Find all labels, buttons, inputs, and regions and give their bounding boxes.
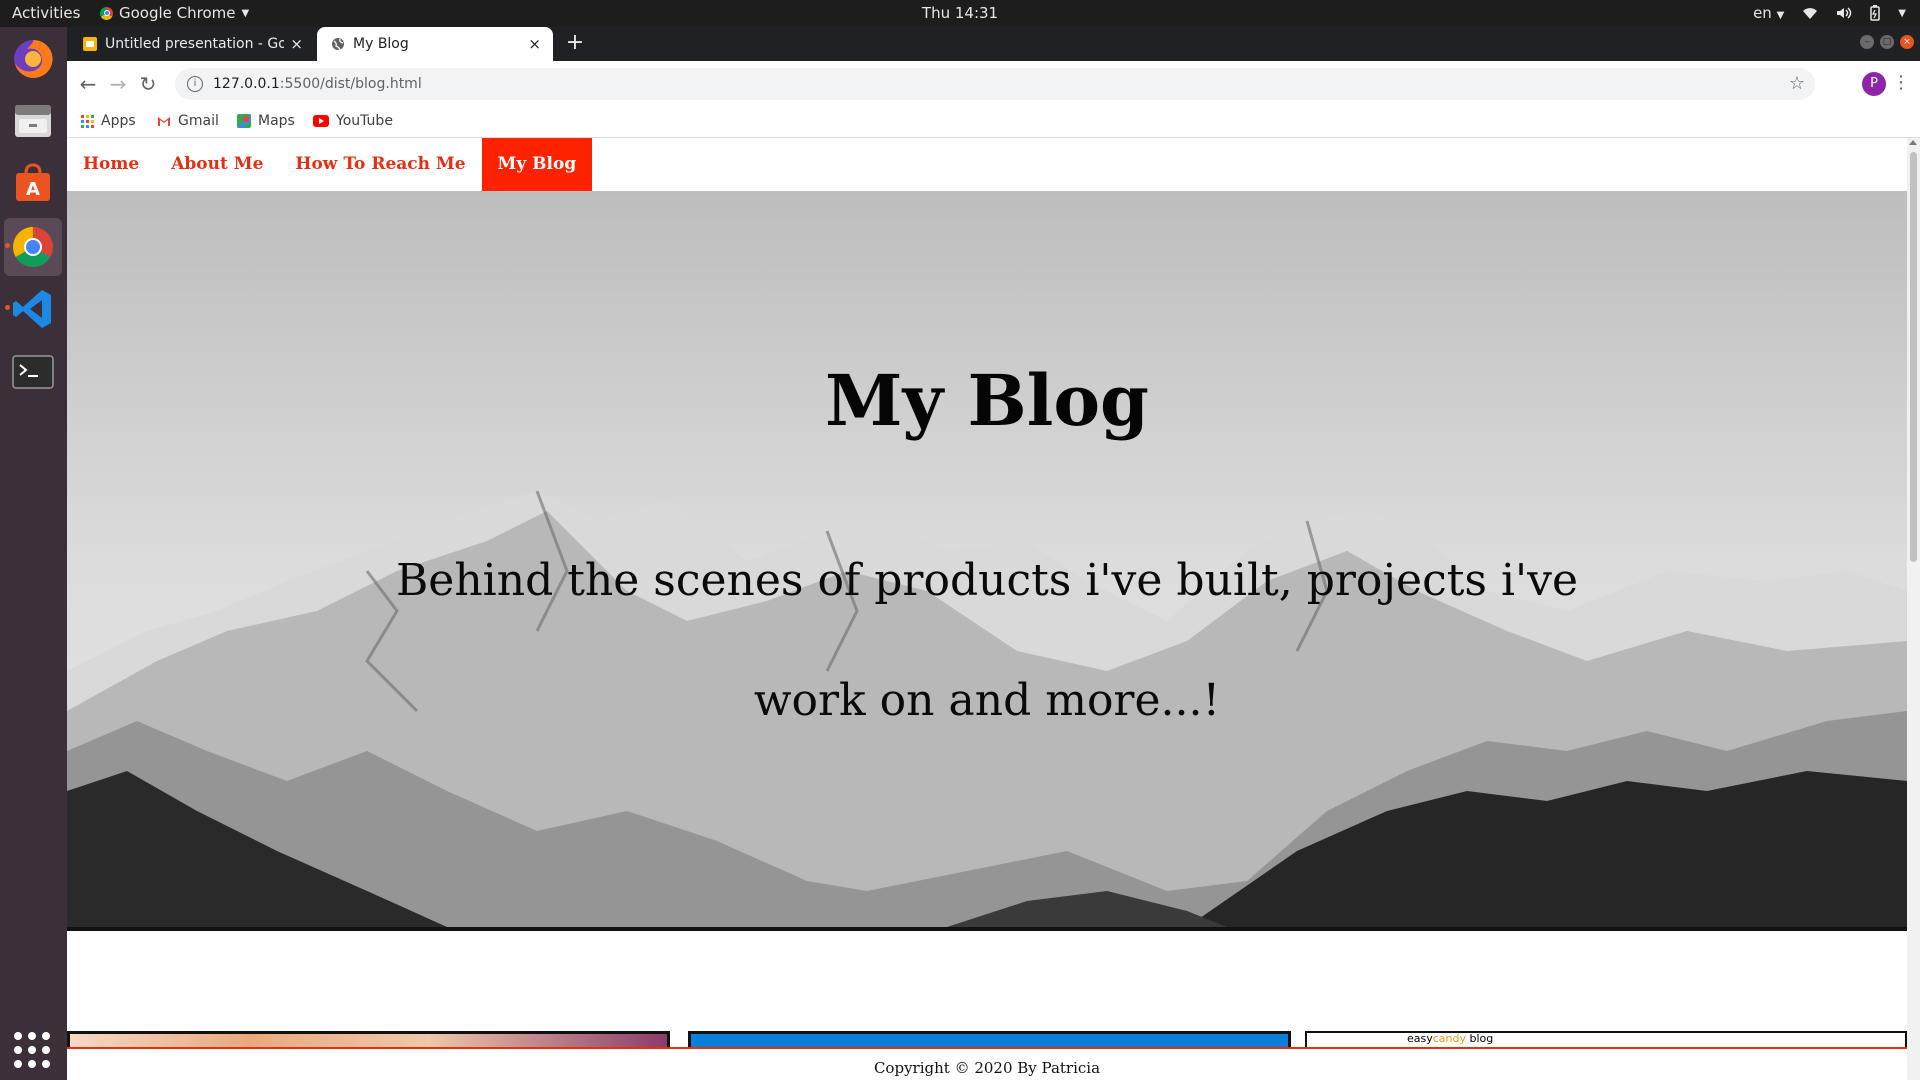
system-tray[interactable]: en ▼ ▼ <box>1753 4 1906 22</box>
battery-icon <box>1870 5 1881 21</box>
tab-slides[interactable]: Untitled presentation - Google Slides × <box>69 27 315 61</box>
globe-icon <box>332 38 344 51</box>
gmail-icon <box>158 116 170 126</box>
browser-toolbar: ← → ↻ i 127.0.0.1:5500/dist/blog.html ☆ … <box>67 61 1920 108</box>
nav-how-to-reach-me[interactable]: How To Reach Me <box>279 138 481 191</box>
tab-my-blog[interactable]: My Blog × <box>317 27 553 61</box>
file-cabinet-icon <box>15 105 51 137</box>
blog-card-image[interactable] <box>67 1031 670 1047</box>
running-indicator <box>5 243 10 248</box>
back-button[interactable]: ← <box>75 71 101 97</box>
firefox-icon <box>14 39 53 78</box>
system-top-bar: Activities Google Chrome ▼ Thu 14:31 en … <box>0 0 1920 27</box>
bookmark-label: Apps <box>101 113 136 129</box>
show-applications-button[interactable] <box>14 1032 50 1068</box>
dock-firefox[interactable] <box>4 30 62 88</box>
forward-button[interactable]: → <box>105 71 131 97</box>
youtube-icon <box>313 115 329 127</box>
hero-subtitle: Behind the scenes of products i've built… <box>395 555 1579 726</box>
bookmark-maps[interactable]: Maps <box>237 113 295 129</box>
activities-button[interactable]: Activities <box>12 4 80 22</box>
close-tab-icon[interactable]: × <box>290 35 303 53</box>
terminal-icon <box>12 355 54 389</box>
url-path: :5500/dist/blog.html <box>279 76 422 92</box>
bookmark-star-icon[interactable]: ☆ <box>1789 73 1805 94</box>
language-label: en <box>1753 4 1772 22</box>
arrow-right-icon: → <box>109 72 127 96</box>
chrome-icon <box>13 227 53 267</box>
bookmark-label: Gmail <box>178 113 219 129</box>
new-tab-button[interactable]: + <box>562 31 588 57</box>
reload-button[interactable]: ↻ <box>135 71 161 97</box>
running-indicator <box>5 305 10 310</box>
dock: A <box>0 27 67 1080</box>
menu-kebab-icon[interactable]: ⋮ <box>1892 72 1910 93</box>
tab-strip: Untitled presentation - Google Slides × … <box>67 27 1920 61</box>
page-viewport: Home About Me How To Reach Me My Blog My… <box>67 138 1907 1080</box>
close-window-button[interactable]: × <box>1900 35 1914 49</box>
tab-title: My Blog <box>353 36 409 52</box>
arrow-left-icon: ← <box>79 72 97 96</box>
bookmark-apps[interactable]: Apps <box>81 113 136 129</box>
scrollbar-thumb[interactable] <box>1910 152 1917 562</box>
copyright-text: Copyright © 2020 By Patricia <box>873 1059 1101 1077</box>
reload-icon: ↻ <box>139 72 157 96</box>
bookmark-label: Maps <box>258 113 295 129</box>
window-controls: – □ × <box>1860 35 1914 49</box>
nav-home[interactable]: Home <box>67 138 155 191</box>
tab-title: Untitled presentation - Google Slides <box>105 36 285 52</box>
minimize-button[interactable]: – <box>1860 35 1874 49</box>
url-host: 127.0.0.1 <box>213 76 280 92</box>
browser-window: Untitled presentation - Google Slides × … <box>67 27 1920 1080</box>
dock-vscode[interactable] <box>4 280 62 338</box>
close-tab-icon[interactable]: × <box>528 35 541 53</box>
clock[interactable]: Thu 14:31 <box>922 4 998 22</box>
card-logo-text: easy <box>1407 1032 1433 1045</box>
chrome-icon <box>100 6 113 20</box>
vscode-icon <box>13 290 51 328</box>
profile-avatar[interactable]: P <box>1862 72 1886 96</box>
maps-icon <box>237 114 251 128</box>
maximize-button[interactable]: □ <box>1880 35 1894 49</box>
blog-card-image[interactable]: easycandy blog <box>1305 1031 1907 1047</box>
nav-about-me[interactable]: About Me <box>155 138 279 191</box>
blog-cards: easycandy blog <box>67 1031 1907 1047</box>
slides-icon <box>83 37 97 51</box>
hero-title: My Blog <box>825 359 1149 442</box>
hero-banner: My Blog Behind the scenes of products i'… <box>67 191 1907 931</box>
dock-chrome[interactable] <box>4 218 62 276</box>
bookmark-youtube[interactable]: YouTube <box>313 113 393 129</box>
scroll-up-icon[interactable] <box>1909 140 1917 145</box>
dock-software[interactable]: A <box>4 154 62 212</box>
dock-files[interactable] <box>4 92 62 150</box>
language-indicator[interactable]: en ▼ <box>1753 4 1784 22</box>
chevron-down-icon: ▼ <box>241 7 250 19</box>
card-logo-text-accent: candy <box>1432 1032 1467 1045</box>
site-nav: Home About Me How To Reach Me My Blog <box>67 138 1907 191</box>
apps-grid-icon <box>81 114 94 128</box>
wifi-icon <box>1803 8 1818 19</box>
software-center-icon: A <box>16 163 50 201</box>
site-info-icon[interactable]: i <box>187 76 203 92</box>
card-logo-text-suffix: blog <box>1466 1032 1494 1045</box>
address-bar[interactable]: i 127.0.0.1:5500/dist/blog.html ☆ <box>175 68 1815 100</box>
footer: Copyright © 2020 By Patricia <box>67 1047 1907 1080</box>
power-menu-icon: ▼ <box>1898 7 1906 19</box>
dock-terminal[interactable] <box>4 343 62 401</box>
bookmark-label: YouTube <box>336 113 393 129</box>
blog-card-image[interactable] <box>688 1031 1291 1047</box>
page-scrollbar[interactable] <box>1907 138 1920 1080</box>
svg-text:A: A <box>26 179 40 200</box>
volume-icon <box>1837 7 1852 19</box>
bookmark-gmail[interactable]: Gmail <box>157 113 219 129</box>
app-menu[interactable]: Google Chrome ▼ <box>100 4 249 22</box>
url-text[interactable]: 127.0.0.1:5500/dist/blog.html <box>213 76 422 92</box>
bookmarks-bar: Apps Gmail Maps YouTube <box>67 107 1920 138</box>
nav-my-blog[interactable]: My Blog <box>481 138 593 191</box>
chevron-down-icon: ▼ <box>1776 10 1785 21</box>
app-menu-label: Google Chrome <box>119 4 236 22</box>
